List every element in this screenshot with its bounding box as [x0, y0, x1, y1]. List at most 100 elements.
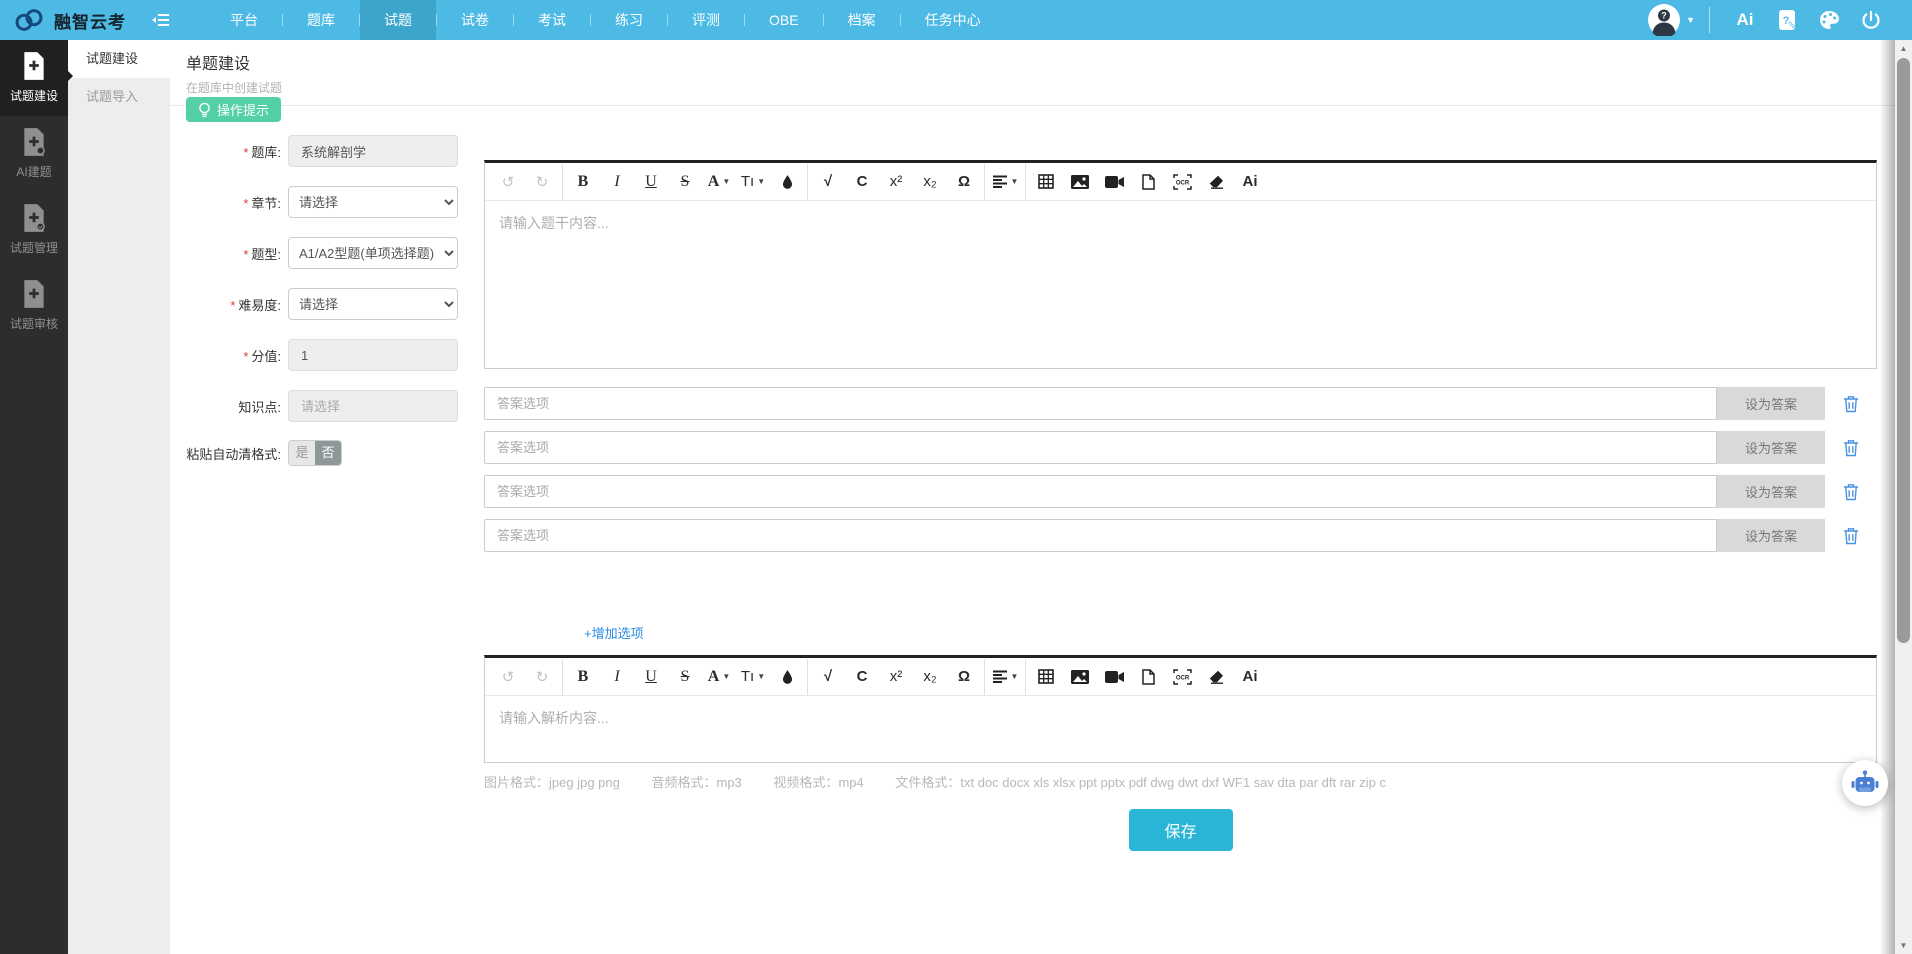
difficulty-select[interactable]: 请选择 — [288, 288, 458, 320]
set-as-answer-button[interactable]: 设为答案 — [1717, 387, 1825, 420]
table-button[interactable] — [1029, 662, 1063, 692]
chapter-select[interactable]: 请选择 — [288, 186, 458, 218]
highlight-color-button[interactable] — [770, 167, 804, 197]
align-button[interactable]: ▼ — [988, 662, 1022, 692]
trash-icon — [1843, 439, 1859, 457]
eraser-button[interactable] — [1199, 662, 1233, 692]
menu-item-exams[interactable]: 考试 — [514, 0, 590, 40]
delete-option-button[interactable] — [1825, 431, 1877, 464]
answer-option-input[interactable] — [484, 475, 1717, 508]
strikethrough-button[interactable]: S — [668, 167, 702, 197]
ai-tool-button[interactable]: Ai — [1233, 662, 1267, 692]
subnav-item-question-build[interactable]: 试题建设 — [68, 40, 170, 78]
bank-input[interactable] — [288, 135, 458, 167]
delete-option-button[interactable] — [1825, 519, 1877, 552]
bold-button[interactable]: B — [566, 167, 600, 197]
toggle-yes[interactable]: 是 — [289, 441, 315, 465]
sidebar-item-question-review[interactable]: 试题审核 — [0, 268, 68, 344]
set-as-answer-button[interactable]: 设为答案 — [1717, 475, 1825, 508]
knowledge-input[interactable] — [288, 390, 458, 422]
font-color-button[interactable]: A▼ — [702, 662, 736, 692]
ocr-button[interactable]: OCR — [1165, 662, 1199, 692]
operation-tips-button[interactable]: 操作提示 — [186, 97, 281, 122]
highlight-color-button[interactable] — [770, 662, 804, 692]
bold-button[interactable]: B — [566, 662, 600, 692]
set-as-answer-button[interactable]: 设为答案 — [1717, 431, 1825, 464]
italic-button[interactable]: I — [600, 662, 634, 692]
menu-item-archives[interactable]: 档案 — [824, 0, 900, 40]
save-button[interactable]: 保存 — [1129, 809, 1233, 851]
brand[interactable]: 融智云考 — [0, 7, 126, 33]
underline-button[interactable]: U — [634, 662, 668, 692]
clear-format-button[interactable]: C — [845, 167, 879, 197]
delete-option-button[interactable] — [1825, 475, 1877, 508]
add-option-link[interactable]: +增加选项 — [584, 623, 644, 642]
avatar-dropdown-caret-icon[interactable]: ▼ — [1686, 15, 1695, 25]
menu-item-question-bank[interactable]: 题库 — [283, 0, 359, 40]
clear-format-button[interactable]: C — [845, 662, 879, 692]
file-button[interactable] — [1131, 167, 1165, 197]
score-input[interactable] — [288, 339, 458, 371]
answer-option-input[interactable] — [484, 431, 1717, 464]
scrollbar-down-arrow[interactable]: ▼ — [1895, 937, 1912, 954]
image-button[interactable] — [1063, 662, 1097, 692]
formula-button[interactable]: √ — [811, 167, 845, 197]
menu-item-evaluation[interactable]: 评测 — [668, 0, 744, 40]
redo-button[interactable]: ↻ — [525, 167, 559, 197]
scrollbar-up-arrow[interactable]: ▲ — [1895, 40, 1912, 57]
logout-power-icon[interactable] — [1850, 0, 1892, 40]
theme-palette-icon[interactable] — [1808, 0, 1850, 40]
undo-button[interactable]: ↺ — [491, 167, 525, 197]
align-button[interactable]: ▼ — [988, 167, 1022, 197]
ocr-button[interactable]: OCR — [1165, 167, 1199, 197]
sidebar-item-question-manage[interactable]: 试题管理 — [0, 192, 68, 268]
stem-editor-area[interactable]: 请输入题干内容... — [485, 201, 1876, 368]
image-button[interactable] — [1063, 167, 1097, 197]
ai-assistant-button[interactable]: Ai — [1724, 0, 1766, 40]
answer-option-input[interactable] — [484, 519, 1717, 552]
redo-button[interactable]: ↻ — [525, 662, 559, 692]
menu-item-task-center[interactable]: 任务中心 — [901, 0, 1005, 40]
toggle-no[interactable]: 否 — [315, 441, 341, 465]
subscript-button[interactable]: x₂ — [913, 167, 947, 197]
collapse-menu-icon[interactable] — [152, 13, 170, 27]
menu-item-questions[interactable]: 试题 — [360, 0, 436, 40]
set-as-answer-button[interactable]: 设为答案 — [1717, 519, 1825, 552]
file-formats-label: 文件格式： — [895, 775, 960, 790]
question-type-select[interactable]: A1/A2型题(单项选择题) — [288, 237, 458, 269]
ai-tool-button[interactable]: Ai — [1233, 167, 1267, 197]
special-char-button[interactable]: Ω — [947, 662, 981, 692]
formula-button[interactable]: √ — [811, 662, 845, 692]
subnav-item-question-import[interactable]: 试题导入 — [68, 78, 170, 116]
sidebar-item-ai-build[interactable]: AI建题 — [0, 116, 68, 192]
scrollbar-thumb[interactable] — [1897, 58, 1910, 643]
superscript-button[interactable]: x² — [879, 167, 913, 197]
ai-robot-fab[interactable] — [1842, 760, 1888, 806]
font-size-button[interactable]: Tı▼ — [736, 167, 770, 197]
strikethrough-button[interactable]: S — [668, 662, 702, 692]
subscript-button[interactable]: x₂ — [913, 662, 947, 692]
answer-option-input[interactable] — [484, 387, 1717, 420]
paste-clean-toggle[interactable]: 是 否 — [288, 440, 342, 466]
help-feedback-icon[interactable]: ? — [1766, 0, 1808, 40]
superscript-button[interactable]: x² — [879, 662, 913, 692]
sidebar-item-question-build[interactable]: 试题建设 — [0, 40, 68, 116]
delete-option-button[interactable] — [1825, 387, 1877, 420]
undo-button[interactable]: ↺ — [491, 662, 525, 692]
video-button[interactable] — [1097, 662, 1131, 692]
user-avatar[interactable]: ? — [1648, 4, 1680, 36]
menu-item-papers[interactable]: 试卷 — [437, 0, 513, 40]
underline-button[interactable]: U — [634, 167, 668, 197]
eraser-button[interactable] — [1199, 167, 1233, 197]
video-button[interactable] — [1097, 167, 1131, 197]
special-char-button[interactable]: Ω — [947, 167, 981, 197]
menu-item-practice[interactable]: 练习 — [591, 0, 667, 40]
menu-item-obe[interactable]: OBE — [745, 0, 823, 40]
menu-item-platform[interactable]: 平台 — [206, 0, 282, 40]
analysis-editor-area[interactable]: 请输入解析内容... — [485, 696, 1876, 762]
italic-button[interactable]: I — [600, 167, 634, 197]
file-button[interactable] — [1131, 662, 1165, 692]
table-button[interactable] — [1029, 167, 1063, 197]
font-size-button[interactable]: Tı▼ — [736, 662, 770, 692]
font-color-button[interactable]: A▼ — [702, 167, 736, 197]
